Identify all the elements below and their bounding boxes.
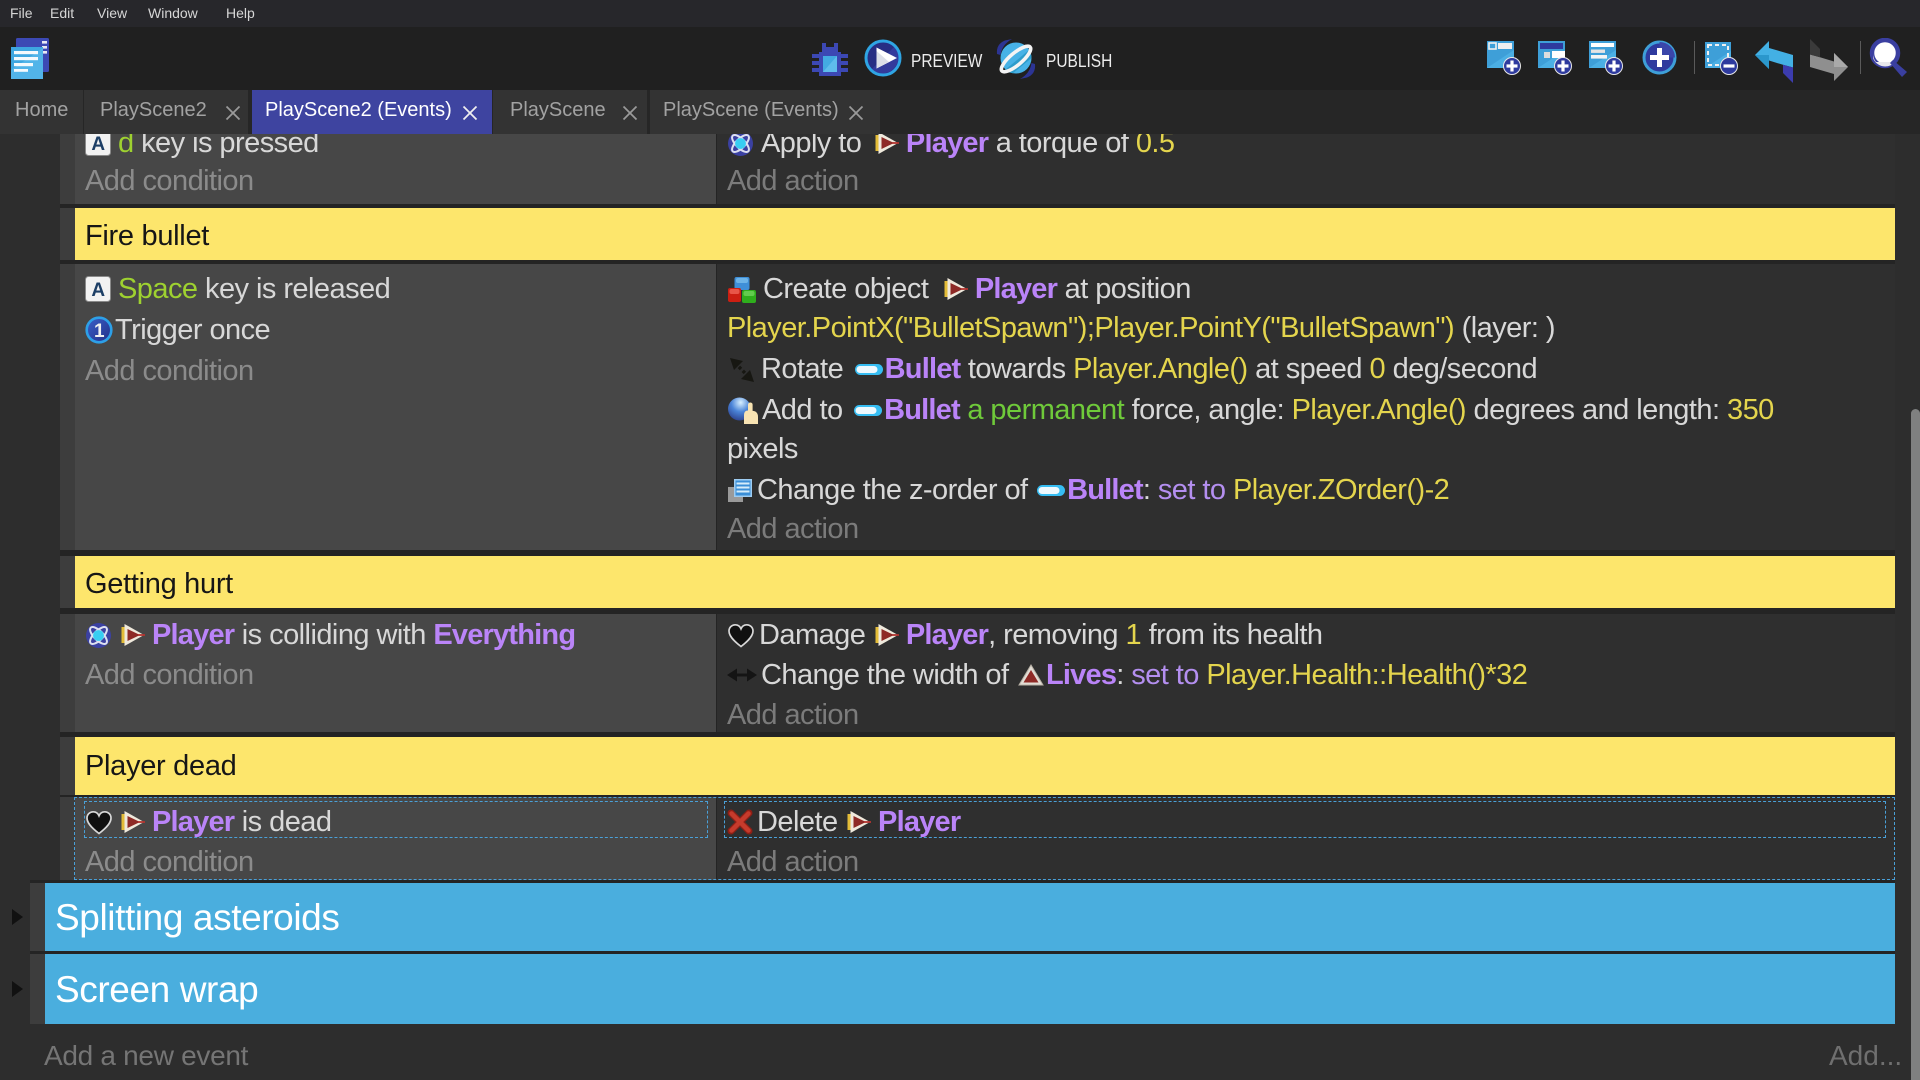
svg-text:A: A <box>91 280 105 301</box>
svg-text:1: 1 <box>94 321 105 342</box>
svg-text:A: A <box>91 134 105 155</box>
